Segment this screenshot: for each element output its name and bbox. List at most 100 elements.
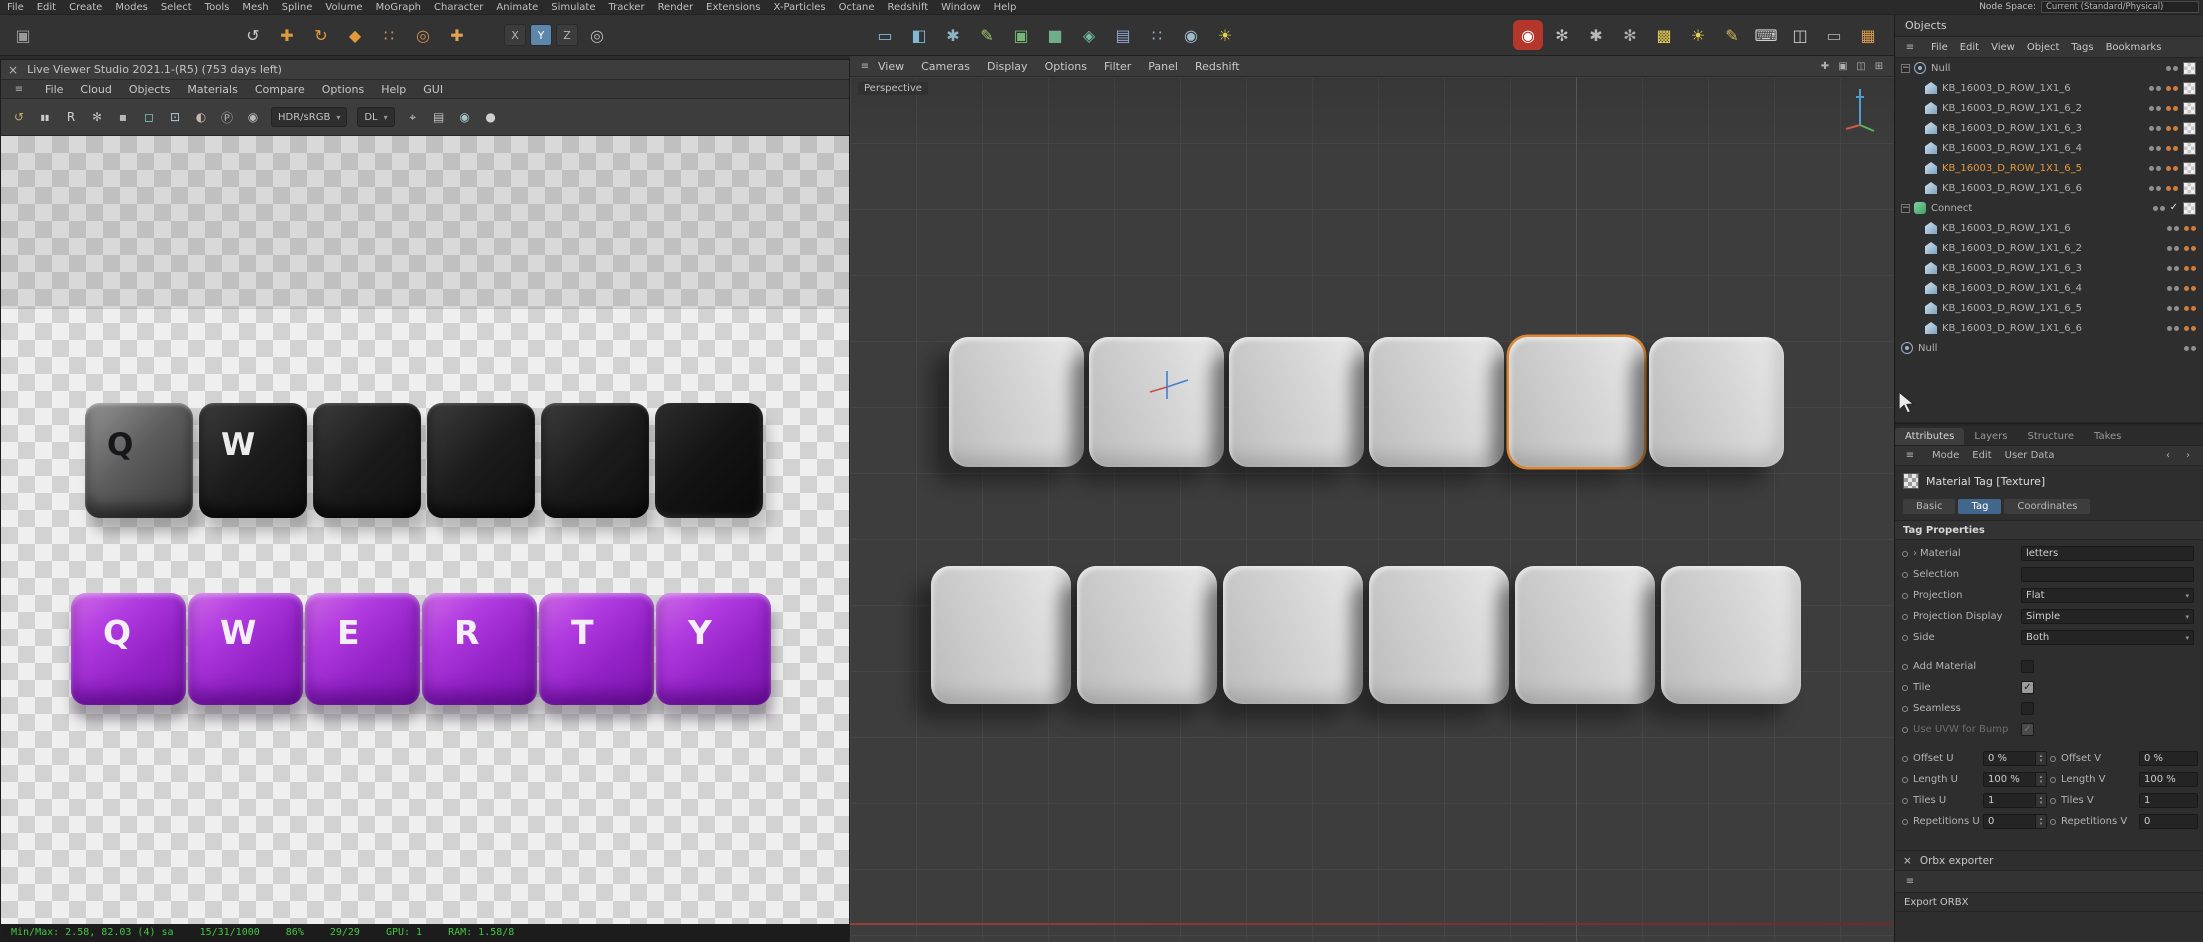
rotate-tool-icon[interactable]: ↻ xyxy=(306,20,336,50)
spinner-icon[interactable]: ▴ ▾ xyxy=(2035,794,2046,807)
side-select[interactable]: Both ▾ xyxy=(2021,630,2194,645)
live-viewer-menu-icon[interactable]: ≡ xyxy=(11,81,27,97)
axis-lock-x[interactable]: X xyxy=(504,24,526,46)
keyframe-dot-icon[interactable] xyxy=(2050,755,2056,762)
keyframe-dot-icon[interactable] xyxy=(1902,550,1908,557)
subtab-tag[interactable]: Tag xyxy=(1958,498,2002,514)
keyframe-dot-icon[interactable] xyxy=(1902,705,1908,712)
objects-menu-bookmarks[interactable]: Bookmarks xyxy=(2106,42,2162,53)
light-icon[interactable]: ☀ xyxy=(1210,20,1240,50)
object-row[interactable]: KB_16003_D_ROW_1X1_6 xyxy=(1895,78,2203,98)
display-color-dots-icon[interactable] xyxy=(2184,245,2196,251)
keycap[interactable] xyxy=(1369,566,1509,704)
next-icon[interactable]: › xyxy=(2180,448,2196,464)
display-color-dots-icon[interactable] xyxy=(2166,105,2178,111)
brush-icon[interactable]: ✎ xyxy=(1717,20,1747,50)
vp-menu-filter[interactable]: Filter xyxy=(1104,60,1131,73)
expand-arrow-icon[interactable]: › xyxy=(1913,548,1917,559)
keyframe-dot-icon[interactable] xyxy=(1902,776,1908,783)
menu-item-modes[interactable]: Modes xyxy=(112,2,150,13)
vp-menu-cameras[interactable]: Cameras xyxy=(921,60,970,73)
keyframe-dot-icon[interactable] xyxy=(2050,776,2056,783)
layout-grid-icon[interactable]: ▦ xyxy=(1853,20,1883,50)
materials-icon[interactable]: ✻ xyxy=(1547,20,1577,50)
lv-menu-file[interactable]: File xyxy=(45,83,63,96)
region-icon[interactable]: ◻ xyxy=(138,106,160,128)
display-color-dots-icon[interactable] xyxy=(2166,165,2178,171)
settings-gear-icon[interactable]: ✻ xyxy=(1615,20,1645,50)
points-mode-icon[interactable]: ∷ xyxy=(374,20,404,50)
lv-menu-gui[interactable]: GUI xyxy=(423,83,443,96)
objects-menu-tags[interactable]: Tags xyxy=(2071,42,2093,53)
menu-item-simulate[interactable]: Simulate xyxy=(548,2,598,13)
object-row[interactable]: KB_16003_D_ROW_1X1_6_3 xyxy=(1895,118,2203,138)
simulate-icon[interactable]: ◉ xyxy=(1176,20,1206,50)
material-input[interactable]: letters xyxy=(2021,546,2194,561)
mode-user-data[interactable]: User Data xyxy=(2005,450,2055,461)
texture-tag-icon[interactable] xyxy=(2183,61,2196,75)
object-row[interactable]: KB_16003_D_ROW_1X1_6_5 xyxy=(1895,298,2203,318)
repetitions-u-input[interactable]: 0 ▴ ▾ xyxy=(1983,814,2047,829)
collapse-toggle-icon[interactable]: − xyxy=(1901,203,1910,213)
axis-lock-z[interactable]: Z xyxy=(556,24,578,46)
render-view-icon[interactable]: ▭ xyxy=(870,20,900,50)
object-row[interactable]: − Connect ✓ xyxy=(1895,198,2203,218)
objects-menu-object[interactable]: Object xyxy=(2027,42,2060,53)
lv-menu-materials[interactable]: Materials xyxy=(187,83,237,96)
visibility-dots-icon[interactable] xyxy=(2149,185,2161,191)
texture-tag-icon[interactable] xyxy=(2183,181,2196,195)
object-row[interactable]: − Null xyxy=(1895,58,2203,78)
close-icon[interactable]: × xyxy=(8,63,18,77)
object-row[interactable]: KB_16003_D_ROW_1X1_6_4 xyxy=(1895,278,2203,298)
mode-mode[interactable]: Mode xyxy=(1932,450,1959,461)
camera-label[interactable]: Perspective xyxy=(858,82,928,95)
visibility-dots-icon[interactable] xyxy=(2167,265,2179,271)
generators-icon[interactable]: ■ xyxy=(1040,20,1070,50)
keyframe-dot-icon[interactable] xyxy=(1902,592,1908,599)
visibility-dots-icon[interactable] xyxy=(2152,205,2165,211)
vp-menu-options[interactable]: Options xyxy=(1045,60,1087,73)
keycap[interactable] xyxy=(931,566,1071,704)
menu-item-window[interactable]: Window xyxy=(938,2,983,13)
display-color-dots-icon[interactable] xyxy=(2166,145,2178,151)
vp-menu-redshift[interactable]: Redshift xyxy=(1195,60,1240,73)
display-color-dots-icon[interactable] xyxy=(2184,305,2196,311)
subtab-basic[interactable]: Basic xyxy=(1903,498,1956,514)
texture-tag-icon[interactable] xyxy=(2183,201,2196,215)
deformers-icon[interactable]: ◈ xyxy=(1074,20,1104,50)
node-space-select[interactable]: Current (Standard/Physical) xyxy=(2041,1,2199,13)
keycap[interactable] xyxy=(1223,566,1363,704)
lv-menu-compare[interactable]: Compare xyxy=(255,83,305,96)
menu-item-help[interactable]: Help xyxy=(991,2,1020,13)
close-icon[interactable]: × xyxy=(1903,855,1912,867)
tab-attributes[interactable]: Attributes xyxy=(1895,428,1965,445)
visibility-dots-icon[interactable] xyxy=(2166,65,2178,71)
scale-tool-icon[interactable]: ◆ xyxy=(340,20,370,50)
grid-a-icon[interactable]: ▣ xyxy=(1835,58,1851,74)
lv-menu-help[interactable]: Help xyxy=(381,83,406,96)
menu-item-mograph[interactable]: MoGraph xyxy=(373,2,424,13)
menu-item-character[interactable]: Character xyxy=(431,2,486,13)
viewport-menu-icon[interactable]: ≡ xyxy=(857,58,873,74)
octane-logo-icon[interactable]: ◉ xyxy=(1513,20,1543,50)
render-canvas[interactable]: QW QWERTY xyxy=(1,136,849,924)
keyframe-dot-icon[interactable] xyxy=(1902,755,1908,762)
lv-menu-options[interactable]: Options xyxy=(322,83,364,96)
visibility-dots-icon[interactable] xyxy=(2149,105,2161,111)
texture-tag-icon[interactable] xyxy=(2183,161,2196,175)
projection-select[interactable]: Flat ▾ xyxy=(2021,588,2194,603)
keycap-selected[interactable] xyxy=(1509,337,1644,467)
subtab-coordinates[interactable]: Coordinates xyxy=(2004,498,2091,514)
keycap[interactable] xyxy=(1369,337,1504,467)
object-row[interactable]: KB_16003_D_ROW_1X1_6_2 xyxy=(1895,98,2203,118)
repetitions-v-input[interactable]: 0 xyxy=(2139,814,2198,829)
tab-takes[interactable]: Takes xyxy=(2084,428,2131,445)
object-row[interactable]: KB_16003_D_ROW_1X1_6_3 xyxy=(1895,258,2203,278)
lv-menu-objects[interactable]: Objects xyxy=(129,83,171,96)
keyframe-dot-icon[interactable] xyxy=(1902,663,1908,670)
keyframe-dot-icon[interactable] xyxy=(1902,684,1908,691)
texture-tag-icon[interactable] xyxy=(2183,121,2196,135)
menu-item-edit[interactable]: Edit xyxy=(34,2,59,13)
tiles-u-input[interactable]: 1 ▴ ▾ xyxy=(1983,793,2047,808)
mograph-icon[interactable]: ∷ xyxy=(1142,20,1172,50)
